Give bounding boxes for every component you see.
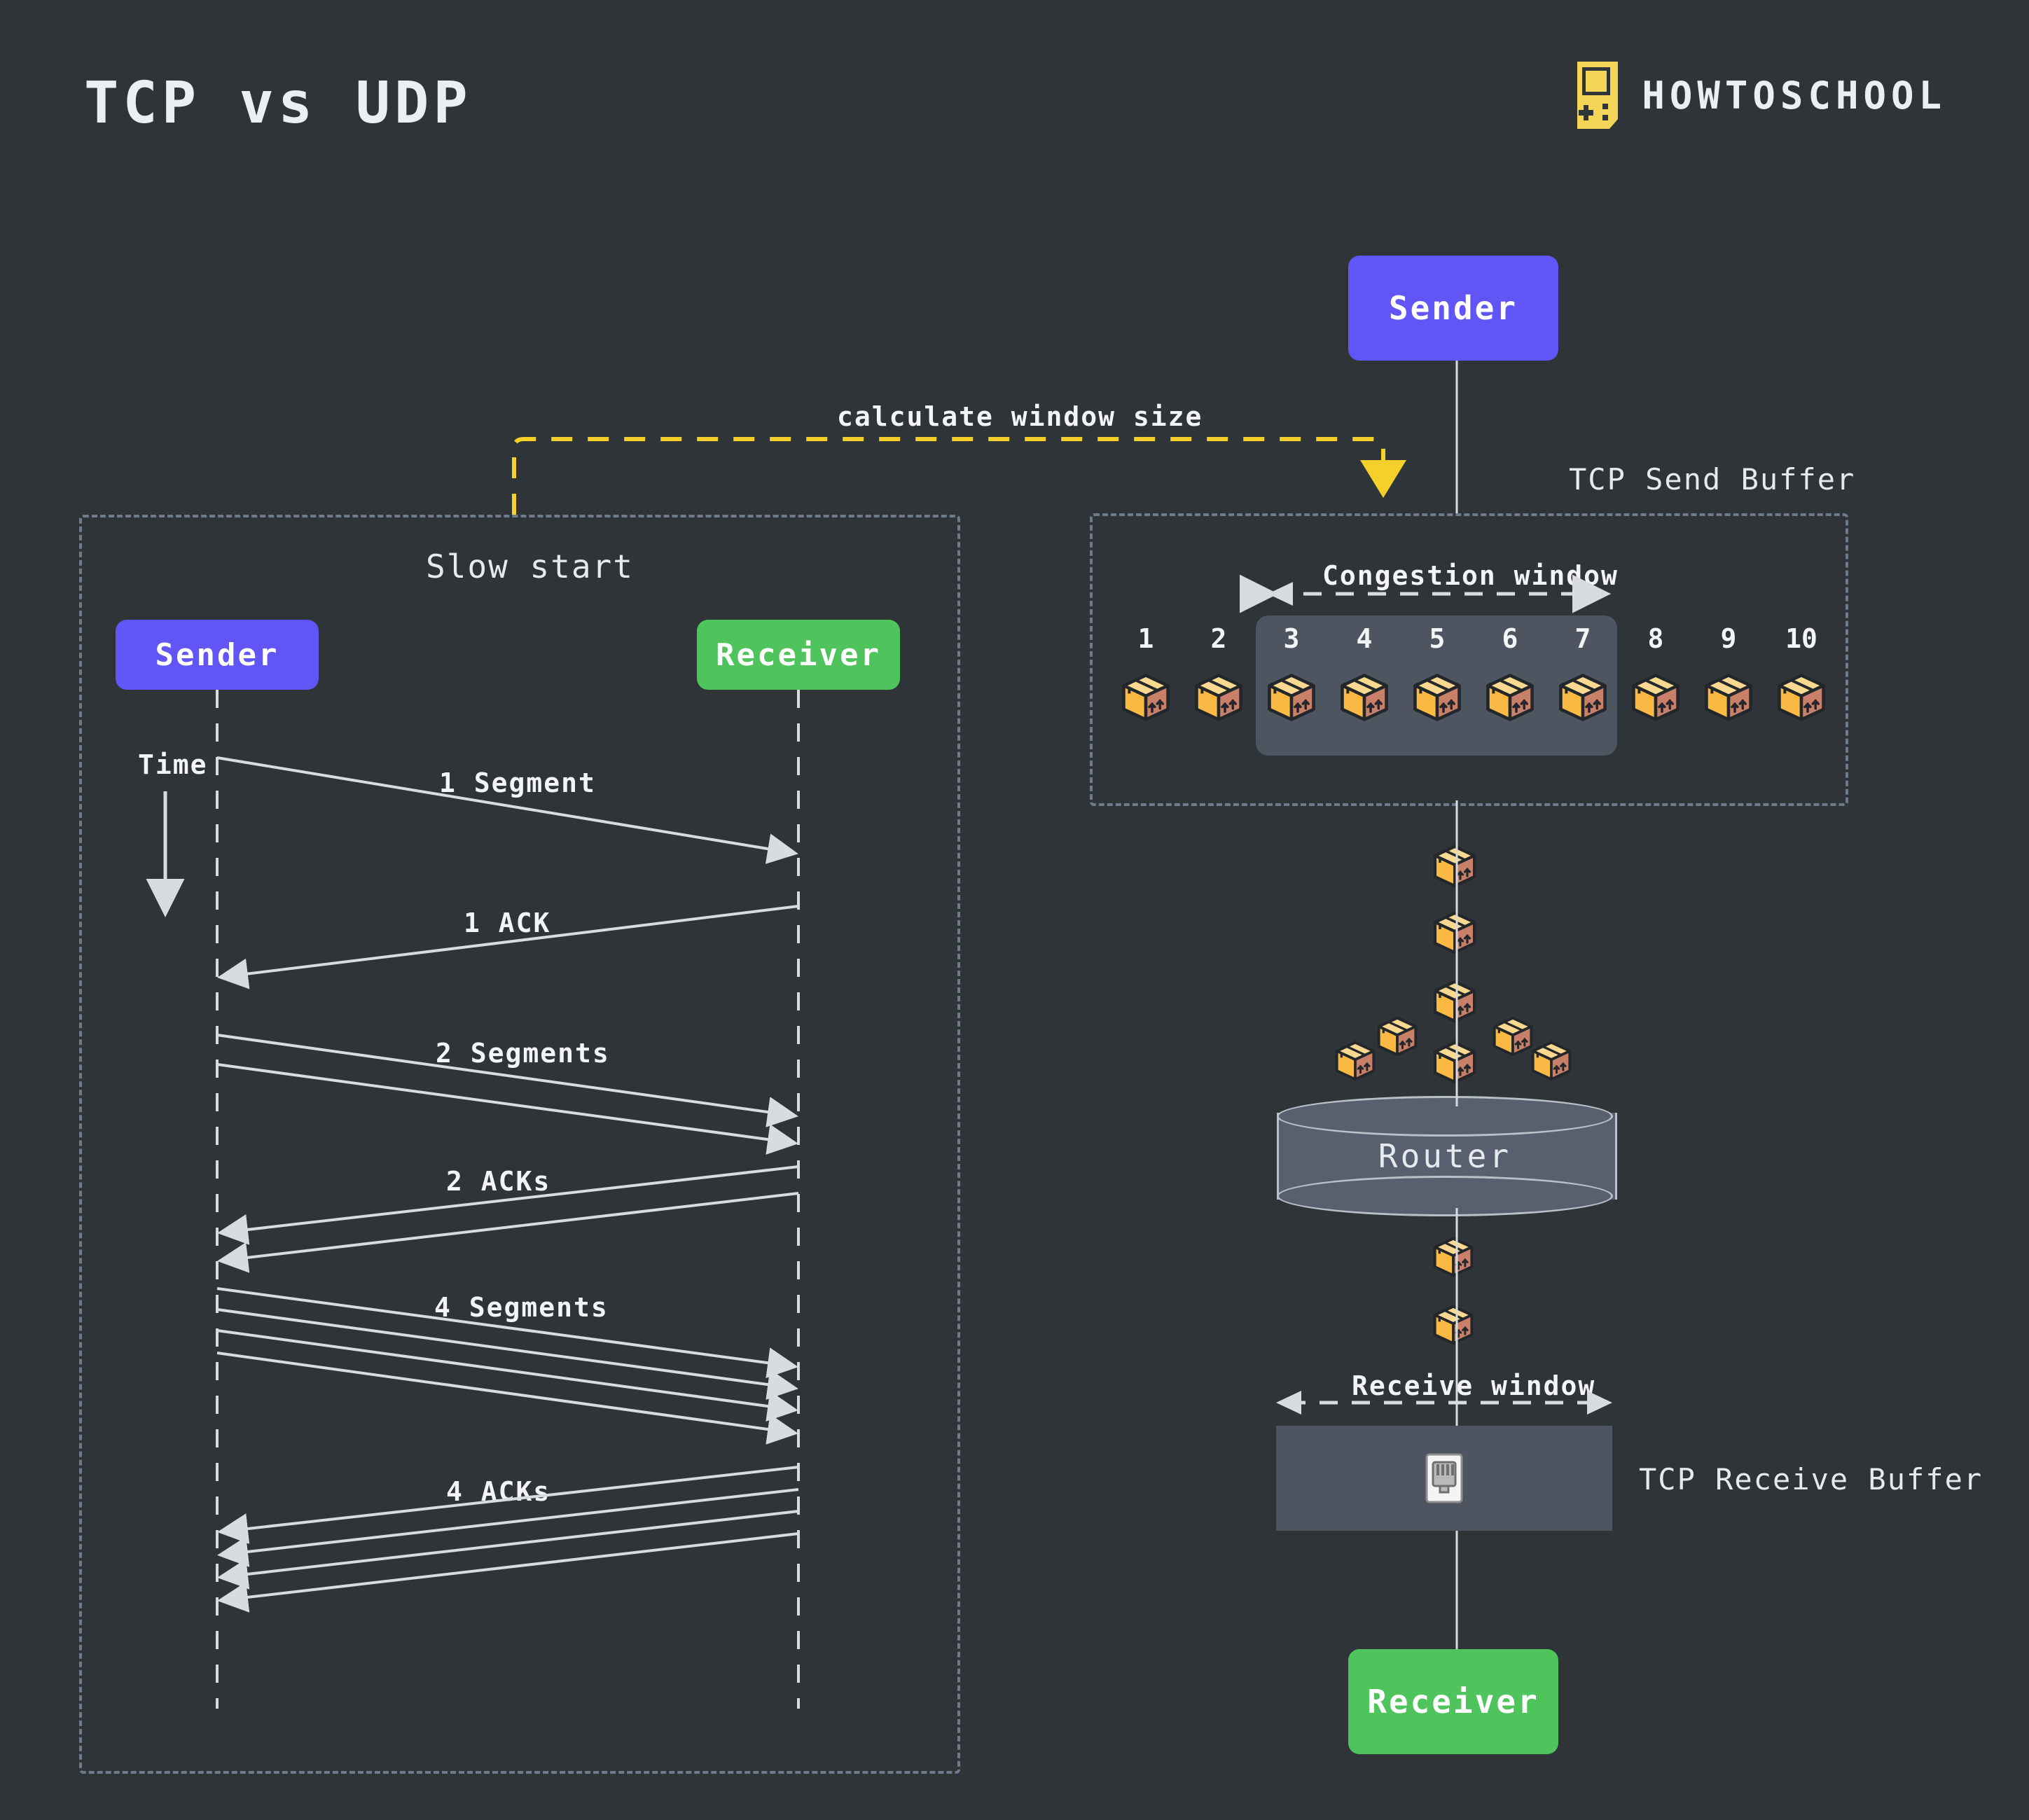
flow-sender-node[interactable]: Sender — [1348, 256, 1558, 361]
router-node[interactable]: Router — [1277, 1096, 1617, 1216]
tcp-send-buffer-label: TCP Send Buffer — [1569, 462, 1856, 496]
page-title: TCP vs UDP — [84, 70, 472, 137]
gameboy-icon — [1577, 62, 1623, 129]
package-icon-transit-3 — [1432, 979, 1477, 1024]
brand-name: HOWTOSCHOOL — [1642, 73, 1946, 118]
packet-number-5: 5 — [1429, 623, 1446, 654]
package-icon-5 — [1412, 672, 1462, 723]
time-label: Time — [138, 749, 208, 780]
package-icon-3 — [1266, 672, 1317, 723]
message-label-2-segments: 2 Segments — [436, 1038, 610, 1069]
message-label-1-ack: 1 ACK — [464, 908, 551, 938]
packet-number-10: 10 — [1785, 623, 1817, 654]
package-icon-transit-7 — [1432, 1040, 1477, 1085]
package-icon-transit-9 — [1432, 1236, 1474, 1278]
message-label-4-segments: 4 Segments — [434, 1292, 609, 1323]
message-label-2-acks: 2 ACKs — [446, 1166, 551, 1197]
package-icon-9 — [1703, 672, 1754, 723]
package-icon-8 — [1630, 672, 1681, 723]
package-icon-transit-10 — [1432, 1304, 1474, 1346]
receive-window-label: Receive window — [1352, 1370, 1596, 1401]
tcp-receive-buffer-label: TCP Receive Buffer — [1639, 1462, 1983, 1496]
slow-start-panel — [79, 515, 960, 1774]
network-plug-icon — [1425, 1453, 1463, 1503]
package-icon-transit-8 — [1530, 1040, 1572, 1082]
message-label-4-acks: 4 ACKs — [446, 1476, 551, 1507]
diagram-canvas: TCP vs UDP HOWTOSCHOOL Slow start Sender… — [0, 0, 2029, 1820]
packet-number-4: 4 — [1356, 623, 1373, 654]
packet-number-2: 2 — [1210, 623, 1227, 654]
package-icon-6 — [1485, 672, 1535, 723]
slow-start-title: Slow start — [426, 548, 634, 585]
package-icon-1 — [1121, 672, 1171, 723]
congestion-window-label: Congestion window — [1322, 560, 1619, 591]
slow-start-receiver-node[interactable]: Receiver — [697, 620, 900, 690]
packet-number-3: 3 — [1283, 623, 1300, 654]
packet-number-1: 1 — [1137, 623, 1154, 654]
package-icon-2 — [1193, 672, 1244, 723]
packet-number-6: 6 — [1502, 623, 1518, 654]
brand-logo: HOWTOSCHOOL — [1577, 62, 1946, 129]
calculate-window-size-label: calculate window size — [837, 401, 1203, 432]
package-icon-10 — [1776, 672, 1827, 723]
slow-start-sender-node[interactable]: Sender — [116, 620, 319, 690]
package-icon-transit-6 — [1334, 1040, 1376, 1082]
packet-number-8: 8 — [1647, 623, 1664, 654]
router-label: Router — [1378, 1137, 1512, 1175]
package-icon-4 — [1339, 672, 1390, 723]
packet-number-9: 9 — [1720, 623, 1737, 654]
message-label-1-segment: 1 Segment — [439, 767, 596, 798]
packet-number-7: 7 — [1574, 623, 1591, 654]
flow-receiver-node[interactable]: Receiver — [1348, 1649, 1558, 1754]
package-icon-transit-2 — [1432, 910, 1477, 955]
package-icon-transit-4 — [1376, 1015, 1418, 1057]
package-icon-transit-1 — [1432, 844, 1477, 889]
package-icon-7 — [1558, 672, 1608, 723]
package-icon-transit-5 — [1492, 1015, 1534, 1057]
